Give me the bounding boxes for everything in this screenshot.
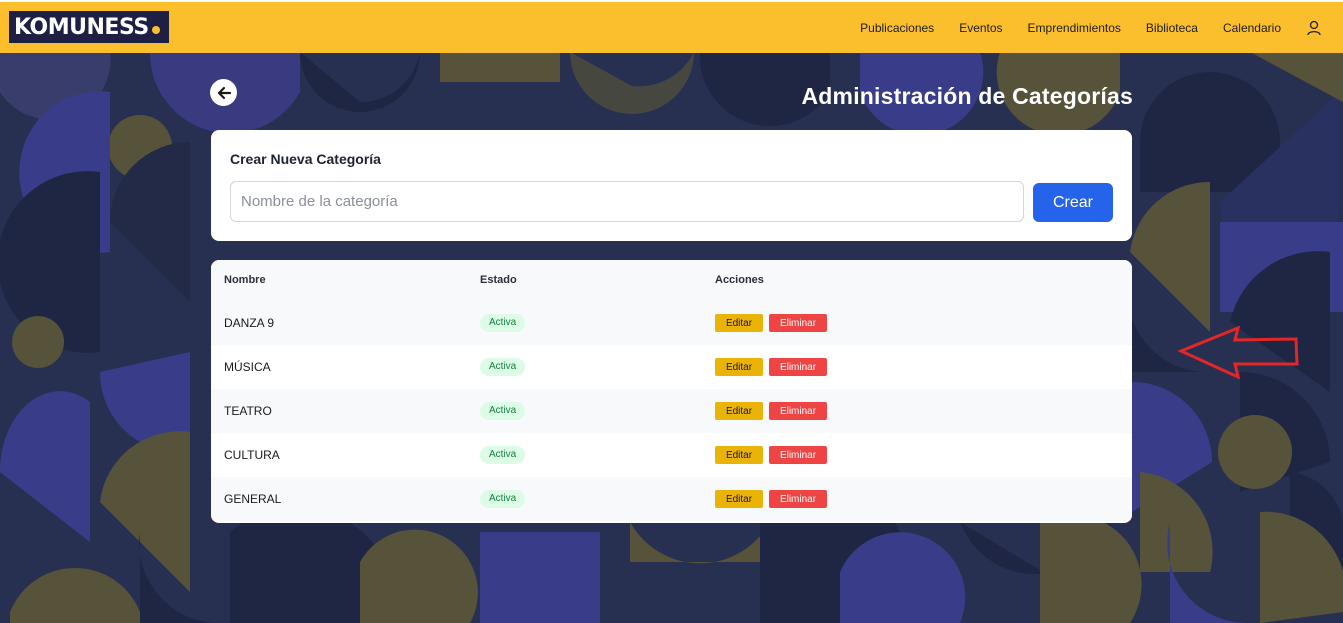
status-badge: Activa bbox=[480, 402, 526, 420]
delete-button[interactable]: Eliminar bbox=[769, 314, 827, 332]
nav-link-calendario[interactable]: Calendario bbox=[1223, 21, 1281, 35]
nav-link-biblioteca[interactable]: Biblioteca bbox=[1146, 21, 1198, 35]
delete-button[interactable]: Eliminar bbox=[769, 402, 827, 420]
page-title: Administración de Categorías bbox=[801, 83, 1133, 109]
status-badge: Activa bbox=[480, 490, 526, 508]
nav-link-eventos[interactable]: Eventos bbox=[959, 21, 1002, 35]
back-button[interactable] bbox=[210, 79, 237, 106]
status-badge: Activa bbox=[480, 314, 526, 332]
create-category-title: Crear Nueva Categoría bbox=[230, 151, 381, 167]
brand-dot bbox=[151, 26, 160, 34]
brand-logo[interactable]: KOMUNESS bbox=[9, 11, 169, 43]
category-name: MÚSICA bbox=[224, 360, 271, 374]
delete-button[interactable]: Eliminar bbox=[769, 358, 827, 376]
arrow-left-icon bbox=[217, 86, 231, 99]
nav-link-publicaciones[interactable]: Publicaciones bbox=[860, 21, 934, 35]
status-badge: Activa bbox=[480, 446, 526, 464]
brand-name: KOMUNESS bbox=[14, 14, 149, 40]
table-row: GENERAL Activa Editar Eliminar bbox=[211, 477, 1132, 521]
header-actions: Acciones bbox=[715, 274, 764, 286]
table-header: Nombre Estado Acciones bbox=[211, 260, 1132, 301]
categories-table: Nombre Estado Acciones DANZA 9 Activa Ed… bbox=[211, 260, 1132, 523]
create-category-card: Crear Nueva Categoría Crear bbox=[211, 130, 1132, 241]
edit-button[interactable]: Editar bbox=[715, 314, 763, 332]
header-status: Estado bbox=[480, 274, 517, 286]
edit-button[interactable]: Editar bbox=[715, 358, 763, 376]
category-name: CULTURA bbox=[224, 448, 280, 462]
header-name: Nombre bbox=[224, 274, 266, 286]
status-badge: Activa bbox=[480, 358, 526, 376]
table-row: DANZA 9 Activa Editar Eliminar bbox=[211, 301, 1132, 345]
annotation-arrow-icon bbox=[1178, 326, 1299, 380]
category-name-input[interactable] bbox=[230, 181, 1024, 222]
table-row: MÚSICA Activa Editar Eliminar bbox=[211, 345, 1132, 389]
nav-link-emprendimientos[interactable]: Emprendimientos bbox=[1028, 21, 1121, 35]
user-icon[interactable] bbox=[1307, 20, 1321, 36]
top-navbar: KOMUNESS Publicaciones Eventos Emprendim… bbox=[0, 0, 1343, 53]
edit-button[interactable]: Editar bbox=[715, 402, 763, 420]
table-row: TEATRO Activa Editar Eliminar bbox=[211, 389, 1132, 433]
edit-button[interactable]: Editar bbox=[715, 490, 763, 508]
table-row: CULTURA Activa Editar Eliminar bbox=[211, 433, 1132, 477]
category-name: TEATRO bbox=[224, 404, 272, 418]
edit-button[interactable]: Editar bbox=[715, 446, 763, 464]
category-name: DANZA 9 bbox=[224, 316, 275, 330]
category-name: GENERAL bbox=[224, 492, 282, 506]
delete-button[interactable]: Eliminar bbox=[769, 490, 827, 508]
nav-links: Publicaciones Eventos Emprendimientos Bi… bbox=[860, 2, 1281, 53]
delete-button[interactable]: Eliminar bbox=[769, 446, 827, 464]
create-button[interactable]: Crear bbox=[1033, 183, 1113, 222]
